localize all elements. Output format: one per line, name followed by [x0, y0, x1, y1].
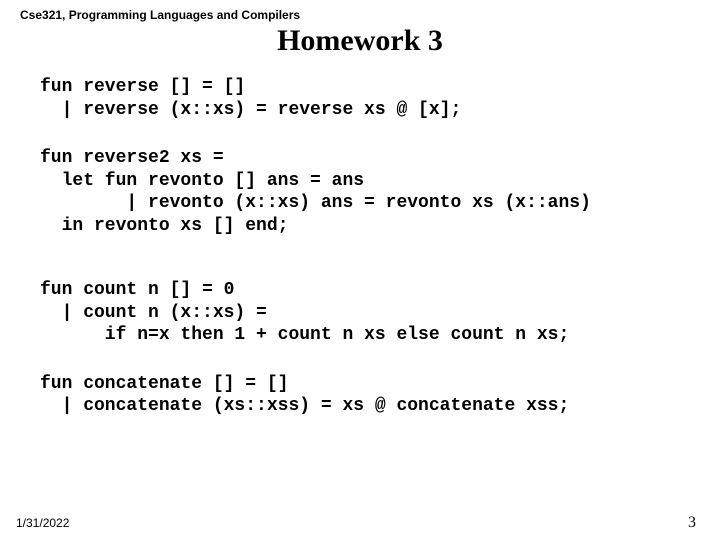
page-title: Homework 3: [20, 24, 700, 58]
code-block-count: fun count n [] = 0 | count n (x::xs) = i…: [40, 279, 700, 347]
code-block-reverse2: fun reverse2 xs = let fun revonto [] ans…: [40, 147, 700, 237]
spacer: [20, 237, 700, 279]
course-header: Cse321, Programming Languages and Compil…: [20, 8, 700, 22]
slide: Cse321, Programming Languages and Compil…: [0, 0, 720, 540]
footer-date: 1/31/2022: [16, 516, 69, 530]
code-block-concatenate: fun concatenate [] = [] | concatenate (x…: [40, 373, 700, 418]
page-number: 3: [688, 514, 696, 532]
spacer: [20, 347, 700, 373]
spacer: [20, 121, 700, 147]
code-block-reverse: fun reverse [] = [] | reverse (x::xs) = …: [40, 76, 700, 121]
